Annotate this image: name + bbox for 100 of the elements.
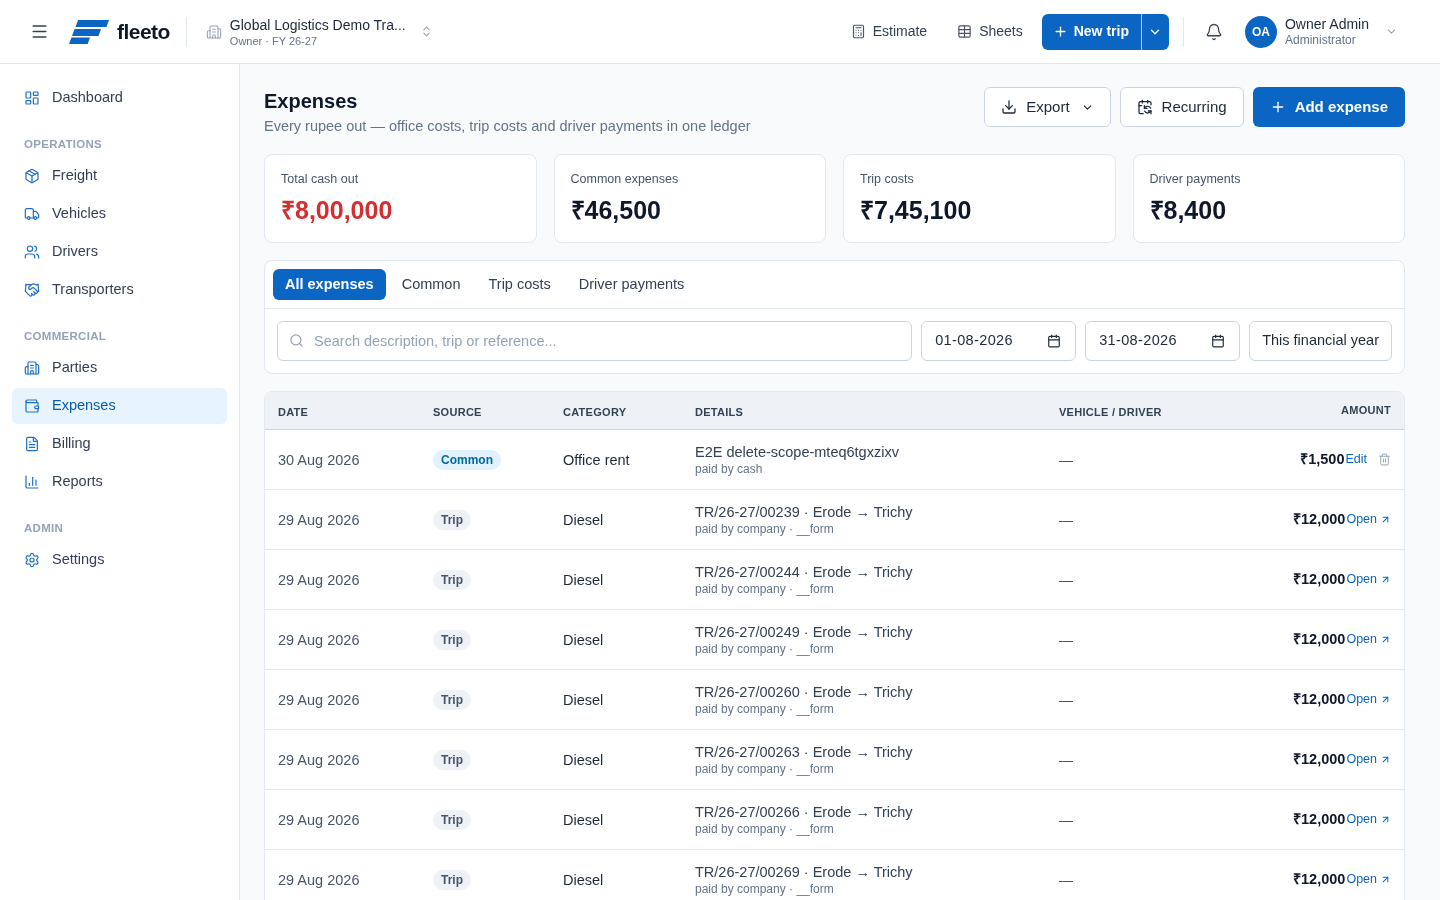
sidebar-item[interactable]: Drivers — [12, 234, 227, 270]
stat-value: ₹46,500 — [570, 195, 662, 226]
vehicle-driver-cell: — — [1059, 571, 1073, 588]
export-button[interactable]: Export — [984, 87, 1111, 127]
amount-cell-text: ₹12,000 — [1293, 569, 1346, 589]
vehicle-driver-cell: — — [1059, 691, 1073, 708]
date-cell: 29 Aug 2026 — [278, 571, 360, 588]
stat-value: ₹7,45,100 — [860, 195, 973, 226]
edit-link[interactable]: Edit — [1345, 450, 1367, 469]
dropdown-button[interactable] — [1140, 13, 1169, 50]
users-icon — [24, 244, 40, 260]
date-cell: 29 Aug 2026 — [278, 871, 360, 888]
user-menu[interactable]: OA Owner Admin Administrator — [1244, 15, 1398, 48]
new-trip-button[interactable]: New trip — [1041, 13, 1141, 50]
arrow-up-right-icon — [1380, 574, 1391, 585]
details-note: paid by company · __form — [695, 521, 835, 537]
column-header: DATE — [278, 405, 309, 418]
arrow-up-right-icon — [1380, 754, 1391, 765]
section-label: OPERATIONS — [23, 137, 104, 152]
tab[interactable]: Trip costs — [476, 269, 563, 300]
logo-icon — [69, 19, 109, 44]
date-cell: 30 Aug 2026 — [278, 451, 360, 468]
amount-cell-text: ₹1,500 — [1300, 449, 1345, 469]
sidebar-item[interactable]: Dashboard — [12, 80, 227, 116]
sidebar-item[interactable]: Parties — [12, 350, 227, 386]
details-title: TR/26-27/00263 · Erode → Trichy — [695, 742, 914, 762]
date-field[interactable]: 31-08-2026 — [1085, 321, 1241, 361]
toolbar-button[interactable]: Sheets — [957, 21, 1023, 42]
search-icon — [289, 333, 304, 348]
add-button[interactable]: Add expense — [1252, 87, 1405, 127]
page-title: Expenses — [264, 89, 359, 114]
date-cell: 29 Aug 2026 — [278, 511, 360, 528]
sidebar-item[interactable]: Vehicles — [12, 196, 227, 232]
sidebar-item[interactable]: Expenses — [12, 388, 227, 424]
source-tag: Trip — [433, 869, 471, 890]
column-header: DETAILS — [695, 405, 744, 418]
source-tag: Common — [433, 449, 501, 470]
details-title: TR/26-27/00249 · Erode → Trichy — [695, 622, 914, 642]
document-icon — [24, 436, 40, 452]
amount-cell-text: ₹12,000 — [1293, 809, 1346, 829]
sidebar-item[interactable]: Freight — [12, 158, 227, 194]
brand-name: fleeto — [117, 18, 170, 45]
plus-icon — [1052, 24, 1068, 39]
stat-label: Total cash out — [281, 171, 360, 187]
section-label: ADMIN — [23, 521, 65, 536]
user-avatar: OA — [1244, 15, 1277, 48]
category-cell: Diesel — [563, 751, 604, 768]
category-cell: Diesel — [563, 511, 604, 528]
bar-chart-icon — [24, 474, 40, 490]
vehicle-driver-cell: — — [1059, 811, 1073, 828]
category-cell: Office rent — [563, 451, 630, 468]
details-note: paid by cash — [695, 461, 764, 477]
arrow-up-right-icon — [1380, 694, 1391, 705]
financial-year-button[interactable]: This financial year — [1249, 321, 1392, 361]
calendar-sync-icon — [1136, 99, 1153, 115]
vehicle-driver-cell: — — [1059, 631, 1073, 648]
date-cell: 29 Aug 2026 — [278, 631, 360, 648]
details-title: E2E delete-scope-mteq6tgxzixv — [695, 442, 900, 462]
search-field[interactable]: Search description, trip or reference... — [277, 321, 913, 361]
recurring-button[interactable]: Recurring — [1119, 87, 1244, 127]
open-link[interactable]: Open — [1346, 690, 1391, 709]
details-title: TR/26-27/00239 · Erode → Trichy — [695, 502, 914, 522]
trash-icon — [1378, 453, 1391, 466]
organization-switcher[interactable]: Global Logistics Demo Tra... Owner · FY 26-27 — [205, 15, 433, 48]
building-icon — [24, 360, 40, 376]
section-label: COMMERCIAL — [23, 329, 108, 344]
source-tag: Trip — [433, 509, 471, 530]
sidebar-item[interactable]: Billing — [12, 426, 227, 462]
toolbar-button[interactable]: Estimate — [850, 21, 928, 42]
date-cell: 29 Aug 2026 — [278, 811, 360, 828]
open-link[interactable]: Open — [1346, 630, 1391, 649]
source-tag: Trip — [433, 629, 471, 650]
date-cell: 29 Aug 2026 — [278, 691, 360, 708]
open-link[interactable]: Open — [1346, 870, 1391, 889]
tab[interactable]: Common — [389, 269, 473, 300]
arrow-up-right-icon — [1380, 514, 1391, 525]
open-link[interactable]: Open — [1346, 810, 1391, 829]
source-tag: Trip — [433, 749, 471, 770]
open-link[interactable]: Open — [1346, 570, 1391, 589]
sidebar-item[interactable]: Reports — [12, 464, 227, 500]
category-cell: Diesel — [563, 871, 604, 888]
open-link[interactable]: Open — [1346, 750, 1391, 769]
column-header: CATEGORY — [563, 405, 627, 418]
vehicle-driver-cell: — — [1059, 751, 1073, 768]
amount-cell-text: ₹12,000 — [1293, 689, 1346, 709]
details-note: paid by company · __form — [695, 761, 835, 777]
details-title: TR/26-27/00260 · Erode → Trichy — [695, 682, 914, 702]
column-header: VEHICLE / DRIVER — [1059, 405, 1162, 418]
box-icon — [24, 168, 40, 184]
date-field[interactable]: 01-08-2026 — [921, 321, 1077, 361]
amount-cell-text: ₹12,000 — [1293, 869, 1346, 889]
tab[interactable]: Driver payments — [566, 269, 697, 300]
stat-value: ₹8,00,000 — [281, 195, 394, 226]
tab[interactable]: All expenses — [273, 269, 386, 300]
details-note: paid by company · __form — [695, 821, 835, 837]
open-link[interactable]: Open — [1346, 510, 1391, 529]
details-title: TR/26-27/00266 · Erode → Trichy — [695, 802, 914, 822]
source-tag: Trip — [433, 569, 471, 590]
sidebar-item[interactable]: Settings — [12, 542, 227, 578]
sidebar-item[interactable]: Transporters — [12, 272, 227, 308]
